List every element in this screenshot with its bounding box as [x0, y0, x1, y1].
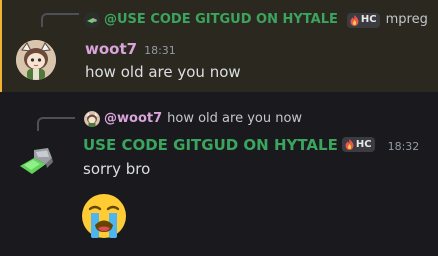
server-tag: HC — [341, 137, 375, 152]
reply-text: mpreg — [385, 12, 428, 27]
loudly-crying-face-icon[interactable] — [80, 192, 128, 240]
message-gitgud: @woot7 how old are you now USE CODE GITG… — [0, 92, 438, 256]
reply-preview[interactable]: @woot7 how old are you now — [84, 111, 302, 127]
reply-avatar-icon — [84, 111, 100, 127]
avatar[interactable] — [16, 136, 56, 176]
flame-icon — [350, 14, 359, 26]
timestamp[interactable]: 18:31 — [144, 44, 176, 57]
flame-icon — [345, 139, 354, 150]
message-content: sorry bro — [83, 160, 151, 178]
message-header: USE CODE GITGUD ON HYTALE HC 18:32 — [83, 136, 419, 154]
timestamp[interactable]: 18:32 — [388, 140, 420, 153]
reply-spine — [41, 13, 79, 27]
reply-spine — [37, 117, 75, 131]
message-content: how old are you now — [85, 63, 241, 81]
username[interactable]: woot7 — [85, 40, 137, 58]
server-tag-label: HC — [355, 139, 372, 150]
message-woot7: @USE CODE GITGUD ON HYTALE HC mpreg woot… — [0, 0, 438, 92]
message-header: woot7 18:31 — [85, 40, 176, 58]
avatar-woot7-icon — [16, 40, 56, 80]
reply-text: how old are you now — [167, 111, 303, 126]
avatar[interactable] — [16, 40, 56, 80]
avatar-gitgud-icon — [20, 148, 53, 174]
reply-author[interactable]: @woot7 — [104, 111, 162, 127]
reply-author[interactable]: @USE CODE GITGUD ON HYTALE — [104, 12, 338, 28]
server-tag: HC — [346, 12, 380, 28]
reply-preview[interactable]: @USE CODE GITGUD ON HYTALE HC mpreg — [84, 12, 428, 28]
server-tag-label: HC — [360, 14, 377, 25]
username[interactable]: USE CODE GITGUD ON HYTALE — [83, 136, 338, 154]
reply-avatar-icon — [84, 12, 100, 28]
